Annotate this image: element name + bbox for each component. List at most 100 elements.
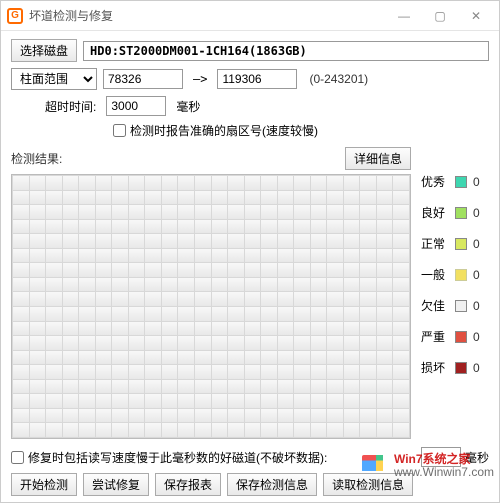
grid-cell [393,351,409,365]
grid-cell [311,409,327,423]
grid-cell [195,365,211,379]
grid-cell [79,278,95,292]
grid-cell [327,205,343,219]
save-info-button[interactable]: 保存检测信息 [227,473,317,496]
detail-button[interactable]: 详细信息 [345,147,411,170]
read-info-button[interactable]: 读取检测信息 [323,473,413,496]
close-button[interactable]: ✕ [459,4,493,28]
grid-cell [46,249,62,263]
grid-cell [393,263,409,277]
grid-cell [46,380,62,394]
grid-cell [178,409,194,423]
grid-cell [46,336,62,350]
grid-cell [178,220,194,234]
swatch-normal [455,238,467,250]
grid-cell [344,423,360,437]
grid-cell [79,220,95,234]
grid-cell [360,220,376,234]
grid-cell [278,351,294,365]
arrow-icon: —> [193,72,207,86]
grid-cell [212,220,228,234]
grid-cell [112,278,128,292]
grid-cell [245,394,261,408]
grid-cell [261,234,277,248]
maximize-button[interactable]: ▢ [423,4,457,28]
range-from-input[interactable] [103,69,183,89]
grid-cell [261,176,277,190]
start-scan-button[interactable]: 开始检测 [11,473,77,496]
grid-cell [96,423,112,437]
grid-cell [162,220,178,234]
grid-cell [212,249,228,263]
grid-cell [178,380,194,394]
grid-cell [96,322,112,336]
grid-cell [162,205,178,219]
swatch-poor [455,300,467,312]
grid-cell [344,205,360,219]
grid-cell [212,307,228,321]
grid-cell [178,336,194,350]
grid-cell [261,263,277,277]
grid-cell [261,292,277,306]
grid-cell [360,365,376,379]
app-icon: G [7,8,23,24]
grid-cell [96,394,112,408]
grid-cell [261,394,277,408]
grid-cell [13,220,29,234]
timeout-input[interactable] [106,96,166,116]
grid-cell [344,292,360,306]
grid-cell [30,292,46,306]
grid-cell [327,351,343,365]
grid-cell [311,263,327,277]
minimize-button[interactable]: — [387,4,421,28]
grid-cell [278,322,294,336]
save-report-button[interactable]: 保存报表 [155,473,221,496]
grid-cell [327,220,343,234]
grid-cell [212,205,228,219]
grid-cell [212,292,228,306]
grid-cell [195,263,211,277]
grid-cell [129,220,145,234]
grid-cell [145,220,161,234]
grid-cell [46,365,62,379]
range-to-input[interactable] [217,69,297,89]
grid-cell [212,278,228,292]
grid-cell [63,351,79,365]
grid-cell [178,351,194,365]
repair-threshold-input[interactable] [421,447,461,467]
grid-cell [112,249,128,263]
grid-cell [294,191,310,205]
grid-cell [63,409,79,423]
grid-cell [30,380,46,394]
grid-cell [360,409,376,423]
grid-cell [30,176,46,190]
accurate-checkbox[interactable] [113,124,126,137]
grid-cell [30,394,46,408]
grid-panel: 检测结果: 详细信息 [11,147,411,439]
grid-cell [96,351,112,365]
grid-cell [162,278,178,292]
grid-cell [96,278,112,292]
range-mode-select[interactable]: 柱面范围 [11,68,97,90]
select-disk-button[interactable]: 选择磁盘 [11,39,77,62]
try-repair-button[interactable]: 尝试修复 [83,473,149,496]
grid-cell [129,380,145,394]
grid-cell [311,220,327,234]
swatch-excellent [455,176,467,188]
repair-unit: 毫秒 [465,449,489,466]
repair-include-checkbox[interactable] [11,451,24,464]
grid-cell [63,191,79,205]
grid-cell [46,307,62,321]
grid-cell [195,249,211,263]
grid-cell [63,234,79,248]
footer: 修复时包括读写速度慢于此毫秒数的好磁道(不破坏数据): 毫秒 开始检测 尝试修复… [11,439,489,496]
grid-cell [129,278,145,292]
grid-cell [261,307,277,321]
grid-cell [13,263,29,277]
grid-cell [145,394,161,408]
grid-cell [79,249,95,263]
grid-cell [145,423,161,437]
grid-cell [393,234,409,248]
grid-cell [212,263,228,277]
grid-cell [327,380,343,394]
